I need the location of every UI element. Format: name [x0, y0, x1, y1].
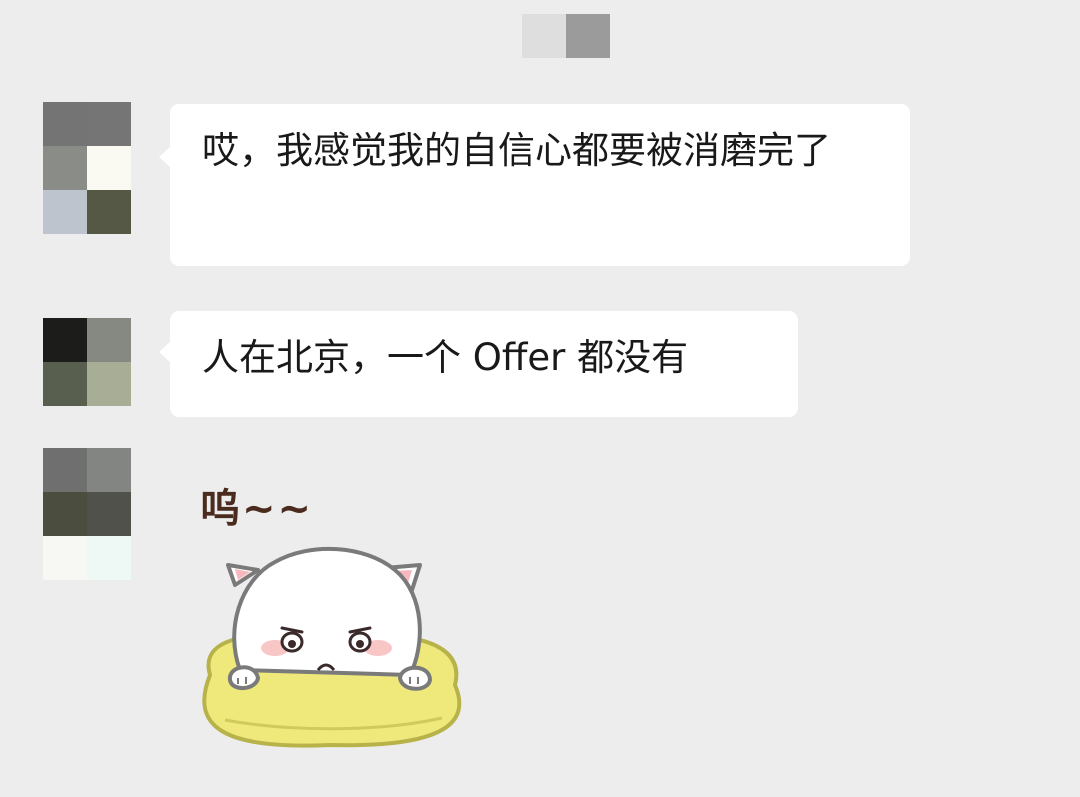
avatar-pixel	[87, 448, 131, 492]
message-bubble[interactable]: 哎，我感觉我的自信心都要被消磨完了	[159, 104, 910, 266]
avatar-pixel	[43, 492, 87, 536]
avatar-pixel	[43, 536, 87, 580]
avatar-pixel	[87, 362, 131, 406]
message-text: 人在北京，一个 Offer 都没有	[202, 336, 689, 379]
avatar-pixel	[87, 492, 131, 536]
avatar-pixel	[87, 146, 131, 190]
avatar-pixel	[43, 190, 87, 234]
avatar[interactable]	[43, 448, 131, 580]
message-bubble[interactable]: 人在北京，一个 Offer 都没有	[159, 311, 798, 417]
avatar-pixel	[87, 318, 131, 362]
crying-cat-on-pillow-sticker[interactable]	[180, 470, 480, 770]
message-text: 哎，我感觉我的自信心都要被消磨完了	[202, 129, 831, 172]
blur-pixel	[522, 14, 566, 58]
chat-title-blurred	[522, 14, 610, 58]
avatar-pixel	[43, 102, 87, 146]
blur-pixel	[566, 14, 610, 58]
avatar-pixel	[43, 362, 87, 406]
avatar-pixel	[43, 448, 87, 492]
avatar-pixel	[87, 190, 131, 234]
avatar-pixel	[43, 146, 87, 190]
avatar-pixel	[87, 102, 131, 146]
avatar[interactable]	[43, 102, 131, 234]
avatar[interactable]	[43, 318, 131, 406]
avatar-pixel	[43, 318, 87, 362]
avatar-pixel	[87, 536, 131, 580]
